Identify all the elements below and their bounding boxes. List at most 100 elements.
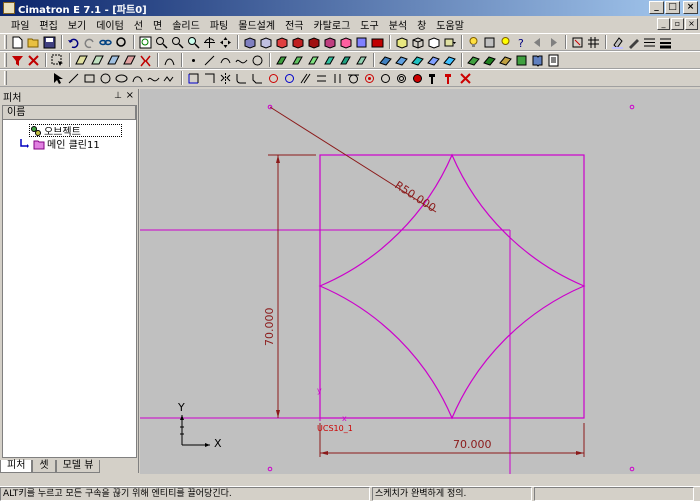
constraint-icon[interactable]	[138, 53, 152, 67]
back-arrow-icon[interactable]	[530, 35, 544, 49]
menu-catalog[interactable]: 카탈로그	[308, 17, 355, 32]
view-left-icon[interactable]	[306, 35, 320, 49]
zoom-window-icon[interactable]	[154, 35, 168, 49]
mold-icon[interactable]	[482, 53, 496, 67]
radius-dimension-label[interactable]: R50.000	[392, 179, 438, 215]
rotate-icon[interactable]	[202, 35, 216, 49]
line-weight-icon[interactable]	[658, 35, 672, 49]
constraint-coincident-icon[interactable]	[362, 71, 376, 85]
menu-file[interactable]: 파일	[6, 17, 34, 32]
constraint-parallel-icon[interactable]	[298, 71, 312, 85]
view-iso-icon[interactable]	[242, 35, 256, 49]
mdi-minimize-button[interactable]: _	[657, 18, 670, 30]
new-face-icon[interactable]	[378, 53, 392, 67]
face-offset-icon[interactable]	[410, 53, 424, 67]
view-top-icon[interactable]	[258, 35, 272, 49]
constraint-fix-icon[interactable]	[410, 71, 424, 85]
mdi-restore-button[interactable]: ▫	[671, 18, 684, 30]
menu-help[interactable]: 도움말	[431, 17, 469, 32]
zoom-icon[interactable]	[186, 35, 200, 49]
pen-icon[interactable]	[626, 35, 640, 49]
lightbulb-icon[interactable]	[466, 35, 480, 49]
face-extend-icon[interactable]	[442, 53, 456, 67]
menu-face[interactable]: 면	[148, 17, 167, 32]
sketch-edit-icon[interactable]	[106, 53, 120, 67]
menu-solid[interactable]: 솔리드	[167, 17, 205, 32]
extrude-icon[interactable]	[274, 53, 288, 67]
find-icon[interactable]	[114, 35, 128, 49]
menu-tools[interactable]: 도구	[355, 17, 383, 32]
close-button[interactable]: ×	[683, 1, 698, 14]
graphics-canvas[interactable]: R50.000 70.000 70.000 x y UCS10_1 Y X	[140, 89, 700, 474]
save-icon[interactable]	[42, 35, 56, 49]
menu-curve[interactable]: 선	[129, 17, 148, 32]
mdi-close-button[interactable]: ×	[685, 18, 698, 30]
render-mode-dropdown-icon[interactable]	[442, 35, 456, 49]
trim-icon[interactable]	[186, 71, 200, 85]
constraint-equal-icon[interactable]	[378, 71, 392, 85]
face-trim-icon[interactable]	[426, 53, 440, 67]
undo-icon[interactable]	[66, 35, 80, 49]
lightbulb-on-icon[interactable]	[498, 35, 512, 49]
sketch-exit-icon[interactable]	[122, 53, 136, 67]
grid-icon[interactable]	[586, 35, 600, 49]
point-icon[interactable]	[186, 53, 200, 67]
wireframe-icon[interactable]	[410, 35, 424, 49]
zoom-area-icon[interactable]	[170, 35, 184, 49]
exit-sketch-icon[interactable]	[458, 71, 472, 85]
menu-window[interactable]: 창	[412, 17, 431, 32]
tool-icon[interactable]	[442, 71, 456, 85]
spline-icon[interactable]	[234, 53, 248, 67]
view-front-icon[interactable]	[274, 35, 288, 49]
tab-set[interactable]: 셋	[32, 460, 56, 473]
new-file-icon[interactable]	[10, 35, 24, 49]
catalog-icon[interactable]	[514, 53, 528, 67]
redo-icon[interactable]	[82, 35, 96, 49]
chamfer-icon[interactable]	[250, 71, 264, 85]
electrode-icon[interactable]	[498, 53, 512, 67]
forward-arrow-icon[interactable]	[546, 35, 560, 49]
open-folder-icon[interactable]	[26, 35, 40, 49]
mirror-icon[interactable]	[218, 71, 232, 85]
hammer-icon[interactable]	[426, 71, 440, 85]
menu-datum[interactable]: 데이텀	[91, 17, 129, 32]
sketch-spline-icon[interactable]	[146, 71, 160, 85]
sketch-polyline-icon[interactable]	[162, 71, 176, 85]
line-style-icon[interactable]	[642, 35, 656, 49]
tab-model-view[interactable]: 모델 뷰	[55, 460, 101, 473]
menu-view[interactable]: 보기	[63, 17, 91, 32]
drive-icon[interactable]	[354, 53, 368, 67]
filter-icon[interactable]	[10, 53, 24, 67]
help-icon[interactable]: ?	[514, 35, 528, 49]
offset-icon[interactable]	[202, 71, 216, 85]
tree-item-main-sketch[interactable]: 메인 클린11	[19, 137, 100, 151]
line-icon[interactable]	[202, 53, 216, 67]
sketch-icon[interactable]	[90, 53, 104, 67]
sketch-arc-icon[interactable]	[130, 71, 144, 85]
sweep-icon[interactable]	[306, 53, 320, 67]
report-icon[interactable]	[546, 53, 560, 67]
pointer-icon[interactable]	[50, 71, 64, 85]
constraint-vertical-icon[interactable]	[330, 71, 344, 85]
vertical-dimension-label[interactable]: 70.000	[263, 308, 276, 347]
horizontal-dimension-label[interactable]: 70.000	[453, 438, 492, 451]
delete-icon[interactable]	[26, 53, 40, 67]
revolve-icon[interactable]	[290, 53, 304, 67]
minimize-button[interactable]: _	[649, 1, 664, 14]
menu-analysis[interactable]: 분석	[384, 17, 412, 32]
blend-icon[interactable]	[338, 53, 352, 67]
menu-electrode[interactable]: 전극	[280, 17, 308, 32]
zoom-fit-icon[interactable]	[138, 35, 152, 49]
pan-icon[interactable]	[218, 35, 232, 49]
view-normal-icon[interactable]	[354, 35, 368, 49]
column-header-name[interactable]: 이름	[3, 106, 136, 120]
sketch-ellipse-icon[interactable]	[114, 71, 128, 85]
menu-mold-design[interactable]: 몰드설계	[233, 17, 280, 32]
panel-close-icon[interactable]: ×	[126, 90, 134, 101]
shaded-icon[interactable]	[394, 35, 408, 49]
sketch-plane-icon[interactable]	[74, 53, 88, 67]
arc-icon[interactable]	[218, 53, 232, 67]
color-fill-icon[interactable]	[610, 35, 624, 49]
face-split-icon[interactable]	[394, 53, 408, 67]
rectangle-icon[interactable]	[82, 71, 96, 85]
